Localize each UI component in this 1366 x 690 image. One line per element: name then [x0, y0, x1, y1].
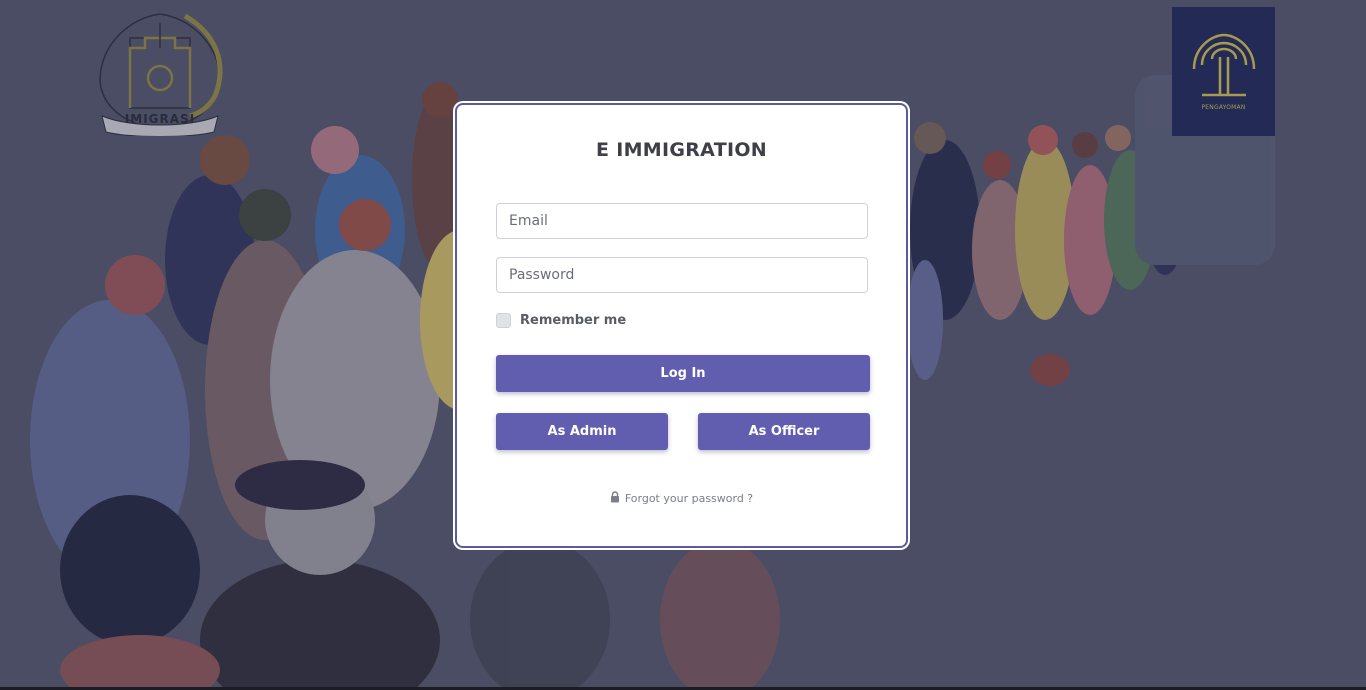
remember-me-label: Remember me — [520, 313, 627, 328]
imigrasi-logo: IMIGRASI — [90, 8, 230, 137]
lock-icon — [610, 491, 620, 506]
login-title: E IMMIGRATION — [596, 139, 767, 161]
login-page: IMIGRASI PENGAYOMAN E IMMIGRATION Rememb… — [0, 0, 1366, 690]
pengayoman-logo-text: PENGAYOMAN — [1201, 104, 1246, 111]
as-officer-button[interactable]: As Officer — [698, 413, 870, 450]
forgot-password[interactable]: Forgot your password ? — [457, 491, 906, 506]
pengayoman-logo: PENGAYOMAN — [1172, 7, 1275, 136]
forgot-password-link[interactable]: Forgot your password ? — [625, 492, 753, 505]
remember-me[interactable]: Remember me — [496, 313, 626, 328]
email-input[interactable] — [496, 203, 868, 239]
as-admin-button[interactable]: As Admin — [496, 413, 668, 450]
login-card: E IMMIGRATION Remember me Log In As Admi… — [455, 103, 908, 548]
password-input[interactable] — [496, 257, 868, 293]
login-button[interactable]: Log In — [496, 355, 870, 392]
imigrasi-logo-text: IMIGRASI — [124, 112, 196, 126]
remember-me-checkbox[interactable] — [496, 313, 511, 328]
